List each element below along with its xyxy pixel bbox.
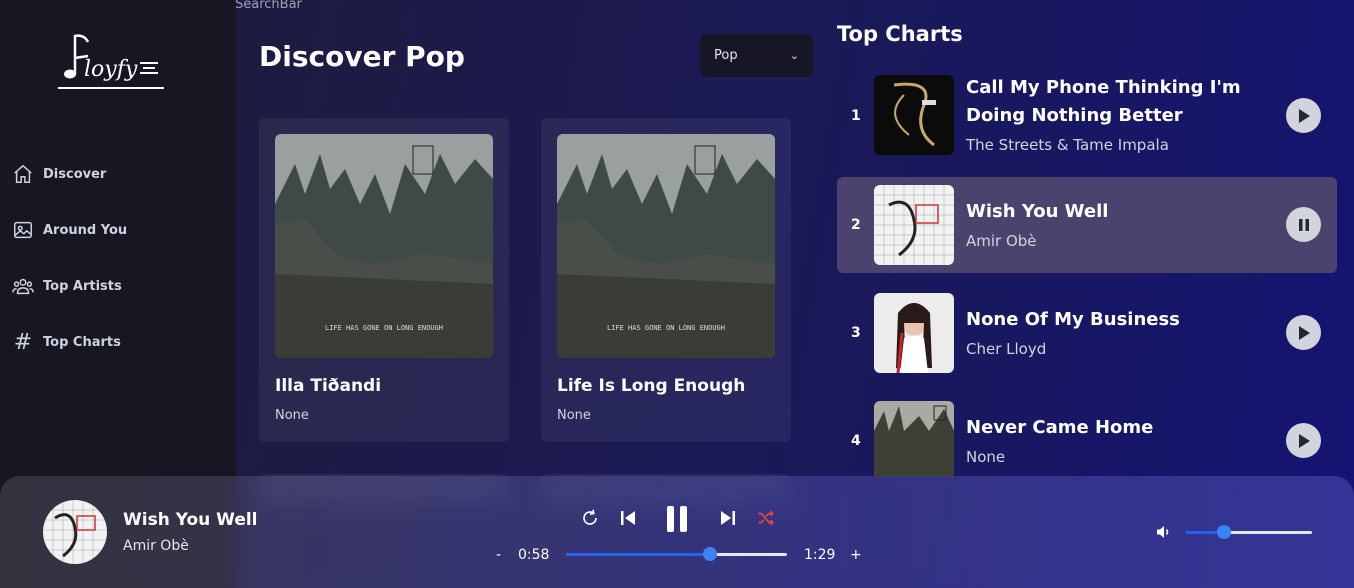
chart-rank: 4 (851, 433, 861, 449)
play-button[interactable] (1286, 98, 1321, 133)
sidebar-item-label: Top Charts (43, 334, 121, 350)
track-title[interactable]: None Of My Business (966, 306, 1256, 334)
song-title[interactable]: Illa Tiðandi (275, 376, 381, 396)
svg-text:LIFE HAS GONE ON LONG ENOUGH: LIFE HAS GONE ON LONG ENOUGH (607, 324, 725, 332)
chevron-down-icon: ⌄ (789, 49, 799, 62)
skip-next-icon (721, 511, 735, 525)
hash-icon: # (13, 329, 33, 355)
pause-button[interactable] (1286, 207, 1321, 242)
users-icon (12, 278, 34, 295)
track-artist[interactable]: None (966, 448, 1005, 466)
volume-button[interactable] (1154, 522, 1174, 542)
repeat-icon (583, 509, 597, 525)
shuffle-button[interactable] (755, 508, 777, 528)
sidebar-item-label: Around You (43, 222, 128, 238)
genre-select[interactable]: Pop ⌄ (700, 34, 813, 77)
svg-text:LIFE HAS GONE ON LONG ENOUGH: LIFE HAS GONE ON LONG ENOUGH (325, 324, 443, 332)
now-playing-title: Wish You Well (123, 510, 258, 530)
top-charts-heading: Top Charts (837, 22, 963, 46)
track-artist[interactable]: The Streets & Tame Impala (966, 136, 1169, 154)
song-card[interactable]: LIFE HAS GONE ON LONG ENOUGH Illa Tiðand… (259, 118, 509, 442)
album-cover-image[interactable]: LIFE HAS GONE ON LONG ENOUGH (557, 134, 775, 358)
shuffle-icon (758, 510, 774, 526)
track-artist[interactable]: Cher Lloyd (966, 340, 1046, 358)
track-title[interactable]: Call My Phone Thinking I'm Doing Nothing… (966, 74, 1256, 130)
top-chart-row[interactable]: 2 Wish You Well Amir Obè (837, 177, 1337, 273)
top-chart-row[interactable]: 4 Never Came Home None (837, 393, 1337, 489)
volume-icon (1157, 526, 1169, 538)
play-pause-button[interactable] (662, 504, 692, 534)
track-thumbnail[interactable] (874, 75, 954, 155)
track-title[interactable]: Wish You Well (966, 198, 1256, 226)
chart-rank: 3 (851, 325, 861, 341)
volume-slider-thumb[interactable] (1216, 525, 1231, 539)
seek-slider-thumb[interactable] (702, 547, 717, 561)
track-thumbnail[interactable] (874, 185, 954, 265)
search-bar[interactable]: SearchBar (235, 0, 302, 12)
floyfy-logo-icon: loyfy (58, 34, 164, 89)
current-time: 0:58 (518, 547, 550, 563)
sidebar-item-label: Discover (43, 166, 107, 182)
top-chart-row[interactable]: 3 None Of My Business Cher Lloyd (837, 285, 1337, 381)
play-button[interactable] (1286, 315, 1321, 350)
volume-slider[interactable] (1186, 525, 1312, 539)
track-thumbnail[interactable] (874, 401, 954, 477)
sidebar-item-discover[interactable]: Discover (12, 160, 127, 188)
seek-back-button[interactable]: - (496, 547, 501, 563)
music-player: Wish You Well Amir Obè - 0:58 1:29 + (0, 476, 1354, 588)
now-playing-artwork (43, 500, 107, 564)
song-artist[interactable]: None (557, 408, 591, 423)
seek-slider-fill (566, 553, 710, 556)
song-artist[interactable]: None (275, 408, 309, 423)
sidebar-item-top-artists[interactable]: Top Artists (12, 272, 127, 300)
duration: 1:29 (804, 547, 836, 563)
play-button[interactable] (1286, 423, 1321, 458)
chart-rank: 2 (851, 217, 861, 233)
play-icon (1298, 433, 1310, 448)
song-card[interactable]: LIFE HAS GONE ON LONG ENOUGH Life Is Lon… (541, 118, 791, 442)
sidebar-item-top-charts[interactable]: # Top Charts (12, 328, 127, 356)
track-artist[interactable]: Amir Obè (966, 232, 1037, 250)
app-logo[interactable]: loyfy (58, 32, 166, 92)
now-playing-artist: Amir Obè (123, 538, 189, 554)
top-chart-row[interactable]: 1 Call My Phone Thinking I'm Doing Nothi… (837, 68, 1337, 164)
album-cover-image[interactable]: LIFE HAS GONE ON LONG ENOUGH (275, 134, 493, 358)
skip-previous-icon (621, 511, 635, 525)
sidebar-item-around-you[interactable]: Around You (12, 216, 127, 244)
previous-button[interactable] (618, 508, 638, 528)
sidebar-nav: Discover Around You Top Artists # Top Ch… (12, 160, 127, 384)
genre-selected-value: Pop (714, 48, 738, 63)
repeat-button[interactable] (580, 508, 600, 528)
play-icon (1298, 325, 1310, 340)
page-title: Discover Pop (259, 40, 465, 73)
pause-icon (1298, 218, 1309, 231)
track-thumbnail[interactable] (874, 293, 954, 373)
song-title[interactable]: Life Is Long Enough (557, 376, 745, 396)
seek-forward-button[interactable]: + (850, 547, 862, 563)
sidebar-item-label: Top Artists (43, 278, 122, 294)
home-icon (14, 164, 32, 183)
track-title[interactable]: Never Came Home (966, 414, 1256, 442)
play-icon (1298, 108, 1310, 123)
seek-slider[interactable] (566, 547, 787, 561)
pause-icon (667, 506, 687, 532)
next-button[interactable] (718, 508, 738, 528)
chart-rank: 1 (851, 108, 861, 124)
image-icon (14, 221, 32, 239)
svg-text:loyfy: loyfy (84, 57, 138, 82)
